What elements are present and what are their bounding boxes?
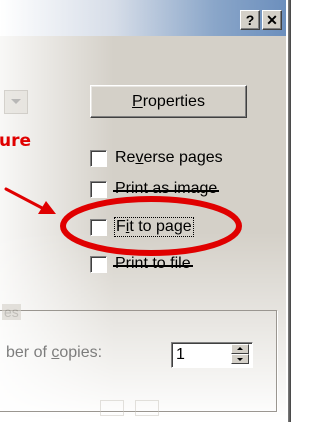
print-to-file-label: Print to file [113,255,193,272]
spinner-down-icon[interactable] [231,354,249,364]
copies-value: 1 [176,346,185,363]
fit-to-page-checkbox[interactable] [90,218,107,236]
properties-label: roperties [142,93,205,110]
option-reverse-pages[interactable]: Reverse pages [90,146,223,170]
close-icon: ✕ [266,12,278,28]
print-as-image-checkbox[interactable] [90,180,107,198]
reverse-pages-checkbox[interactable] [90,149,107,167]
help-icon: ? [245,12,255,28]
fit-to-page-label: Fit to page [114,217,194,237]
properties-button[interactable]: Properties [90,85,247,118]
faded-collate-box [100,400,124,416]
reverse-pages-label: Reverse pages [115,149,223,166]
help-button[interactable]: ? [240,10,260,30]
print-dialog-screenshot: ? ✕ Properties ure Reverse pages Print a… [0,0,291,422]
spinner-up-icon[interactable] [231,344,249,354]
close-button[interactable]: ✕ [262,10,282,30]
copies-spinner[interactable] [231,344,249,364]
copies-group-title: es [2,304,21,320]
properties-accelerator: P [132,93,143,110]
annotation-text: ure [0,131,32,151]
option-print-to-file[interactable]: Print to file [90,252,193,276]
number-of-copies-label: ber of copies: [6,344,103,361]
print-as-image-label: Print as image [112,180,220,197]
printer-select-dropdown-arrow[interactable] [4,90,28,114]
window-edge [288,0,291,422]
option-fit-to-page[interactable]: Fit to page [90,215,194,239]
print-to-file-checkbox[interactable] [90,255,107,273]
faded-collate-box [135,400,159,416]
option-print-as-image[interactable]: Print as image [90,177,220,201]
